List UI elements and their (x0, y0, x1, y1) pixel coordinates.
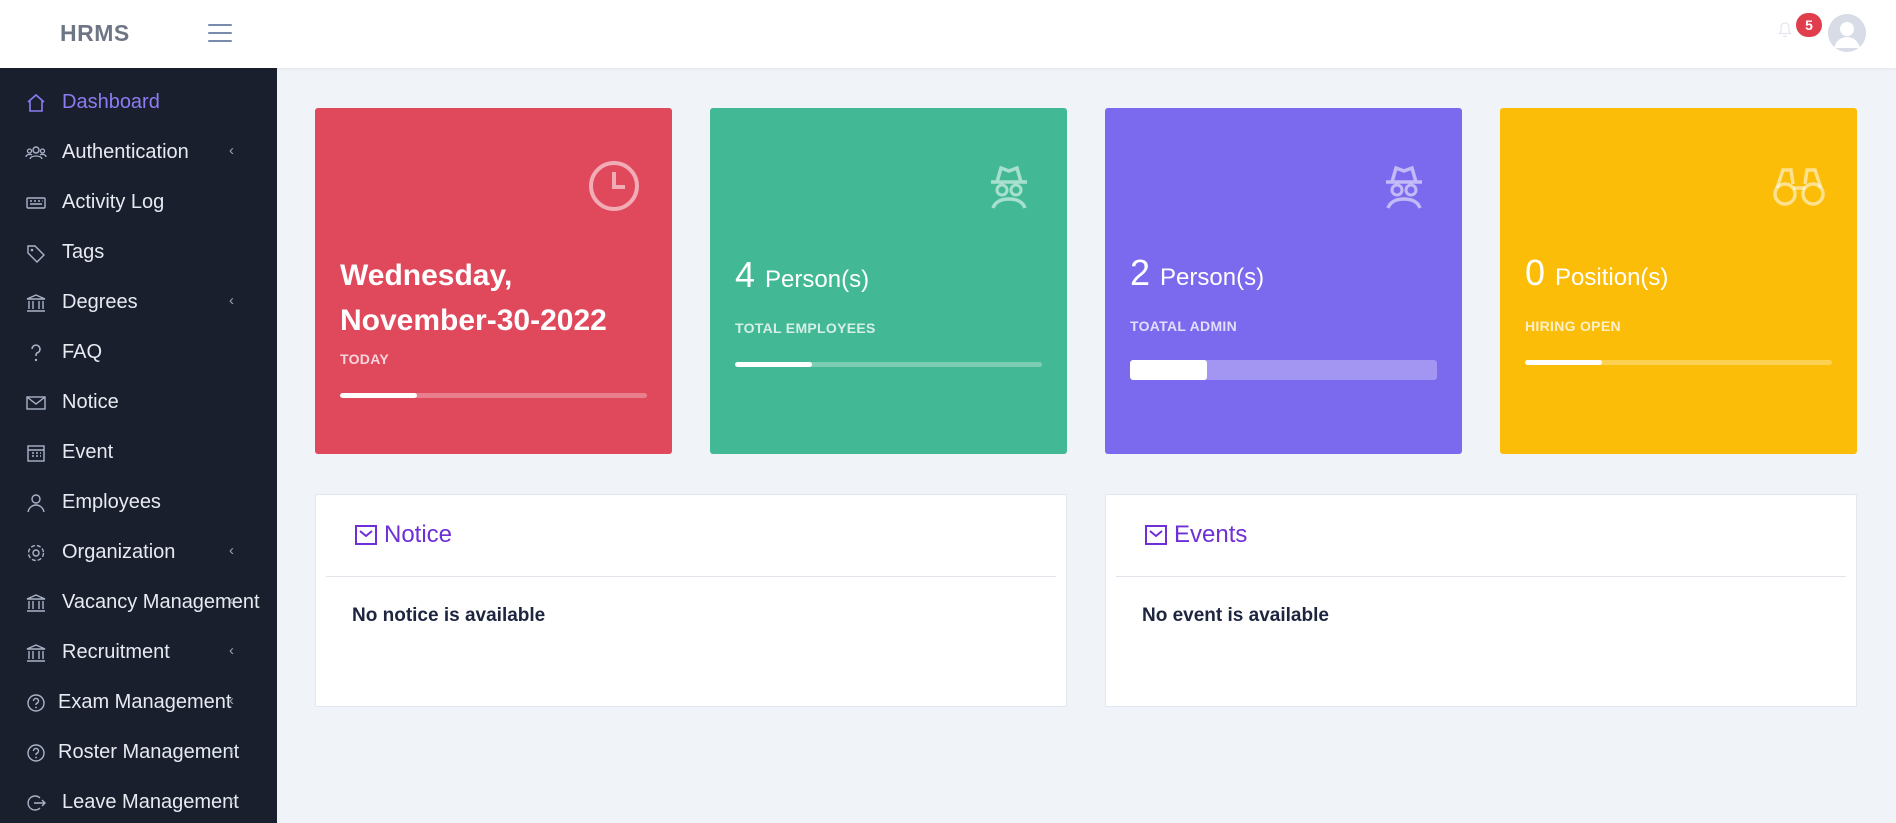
employees-count: 4 (735, 254, 756, 295)
top-bar: HRMS 5 (0, 0, 1896, 68)
today-progress-bar (340, 393, 647, 398)
sidebar-item-recruitment[interactable]: Recruitment ‹ (0, 628, 277, 678)
sidebar-item-label: Organization (62, 541, 176, 563)
sidebar-item-label: Dashboard (62, 91, 160, 113)
question-circle-icon (25, 742, 47, 764)
sidebar-item-label: Notice (62, 391, 119, 413)
question-icon (25, 342, 47, 364)
sidebar-item-label: Event (62, 441, 114, 463)
spy-icon (981, 158, 1037, 214)
hiring-label: HIRING OPEN (1525, 318, 1621, 334)
sidebar-item-roster-management[interactable]: Roster Management ‹ (0, 728, 277, 778)
sidebar-item-label: Employees (62, 491, 161, 513)
mail-icon (1144, 523, 1168, 547)
divider (326, 576, 1056, 577)
mail-icon (354, 523, 378, 547)
sidebar-item-organization[interactable]: Organization ‹ (0, 528, 277, 578)
bank-icon (25, 592, 47, 614)
current-date: Wednesday, November-30-2022 (340, 259, 607, 337)
bell-icon[interactable] (1778, 22, 1792, 38)
sidebar-item-label: Degrees (62, 291, 138, 313)
notification-badge[interactable]: 5 (1796, 13, 1822, 37)
chevron-left-icon: ‹ (229, 592, 234, 609)
sidebar-item-label: Exam Management (58, 691, 232, 713)
chevron-left-icon: ‹ (229, 742, 234, 759)
admin-unit: Person(s) (1160, 264, 1265, 291)
sidebar-item-label: FAQ (62, 341, 103, 363)
events-panel: Events No event is available (1105, 494, 1857, 707)
total-admin-card: 2 Person(s) TOATAL ADMIN (1105, 108, 1462, 454)
today-card: Wednesday, November-30-2022 TODAY (315, 108, 672, 454)
hiring-count: 0 (1525, 252, 1546, 293)
user-icon (25, 492, 47, 514)
sidebar-item-leave-management[interactable]: Leave Management ‹ (0, 778, 277, 823)
sidebar-item-label: Leave Management (62, 791, 239, 813)
notice-empty-text: No notice is available (352, 605, 546, 626)
bank-icon (25, 292, 47, 314)
logout-icon (25, 792, 47, 814)
avatar[interactable] (1828, 14, 1866, 52)
sidebar-item-event[interactable]: Event (0, 428, 277, 478)
admin-count: 2 (1130, 252, 1151, 293)
sidebar-item-dashboard[interactable]: Dashboard (0, 78, 277, 128)
admin-progress-bar (1130, 360, 1437, 380)
events-empty-text: No event is available (1142, 605, 1329, 626)
chevron-left-icon: ‹ (229, 542, 234, 559)
sidebar-item-notice[interactable]: Notice (0, 378, 277, 428)
events-title: Events (1174, 521, 1248, 548)
employees-unit: Person(s) (765, 266, 870, 293)
sidebar-item-tags[interactable]: Tags (0, 228, 277, 278)
brand-logo[interactable]: HRMS (60, 20, 130, 47)
sidebar: Dashboard Authentication ‹ Activity Log … (0, 68, 277, 823)
employees-progress-bar (735, 362, 1042, 367)
menu-toggle-icon[interactable] (208, 22, 234, 44)
employees-count-row: 4 Person(s) (735, 254, 869, 296)
hiring-count-row: 0 Position(s) (1525, 252, 1668, 294)
today-label: TODAY (340, 351, 389, 367)
keyboard-icon (25, 192, 47, 214)
sidebar-item-exam-management[interactable]: Exam Management ‹ (0, 678, 277, 728)
admin-count-row: 2 Person(s) (1130, 252, 1264, 294)
sidebar-item-label: Tags (62, 241, 105, 263)
mail-icon (25, 392, 47, 414)
sidebar-item-label: Roster Management (58, 741, 240, 763)
chevron-left-icon: ‹ (229, 642, 234, 659)
sidebar-item-label: Authentication (62, 141, 189, 163)
hiring-progress-bar (1525, 360, 1832, 365)
tag-icon (25, 242, 47, 264)
clock-icon (586, 158, 642, 214)
question-circle-icon (25, 692, 47, 714)
spy-icon (1376, 158, 1432, 214)
chevron-left-icon: ‹ (229, 142, 234, 159)
sidebar-item-label: Recruitment (62, 641, 170, 663)
hiring-open-card: 0 Position(s) HIRING OPEN (1500, 108, 1857, 454)
gear-icon (25, 542, 47, 564)
admin-label: TOATAL ADMIN (1130, 318, 1238, 334)
notice-title: Notice (384, 521, 453, 548)
chevron-left-icon: ‹ (229, 792, 234, 809)
sidebar-item-vacancy-management[interactable]: Vacancy Management ‹ (0, 578, 277, 628)
hiring-unit: Position(s) (1555, 264, 1669, 291)
total-employees-card: 4 Person(s) TOTAL EMPLOYEES (710, 108, 1067, 454)
notice-panel: Notice No notice is available (315, 494, 1067, 707)
sidebar-item-label: Activity Log (62, 191, 165, 213)
sidebar-item-authentication[interactable]: Authentication ‹ (0, 128, 277, 178)
divider (1116, 576, 1846, 577)
sidebar-item-employees[interactable]: Employees (0, 478, 277, 528)
sidebar-item-activity-log[interactable]: Activity Log (0, 178, 277, 228)
users-icon (25, 142, 47, 164)
sidebar-item-faq[interactable]: FAQ (0, 328, 277, 378)
chevron-left-icon: ‹ (229, 292, 234, 309)
sidebar-item-degrees[interactable]: Degrees ‹ (0, 278, 277, 328)
bank-icon (25, 642, 47, 664)
employees-label: TOTAL EMPLOYEES (735, 320, 876, 336)
calendar-icon (25, 442, 47, 464)
binoculars-icon (1771, 158, 1827, 214)
home-icon (25, 92, 47, 114)
chevron-left-icon: ‹ (229, 692, 234, 709)
